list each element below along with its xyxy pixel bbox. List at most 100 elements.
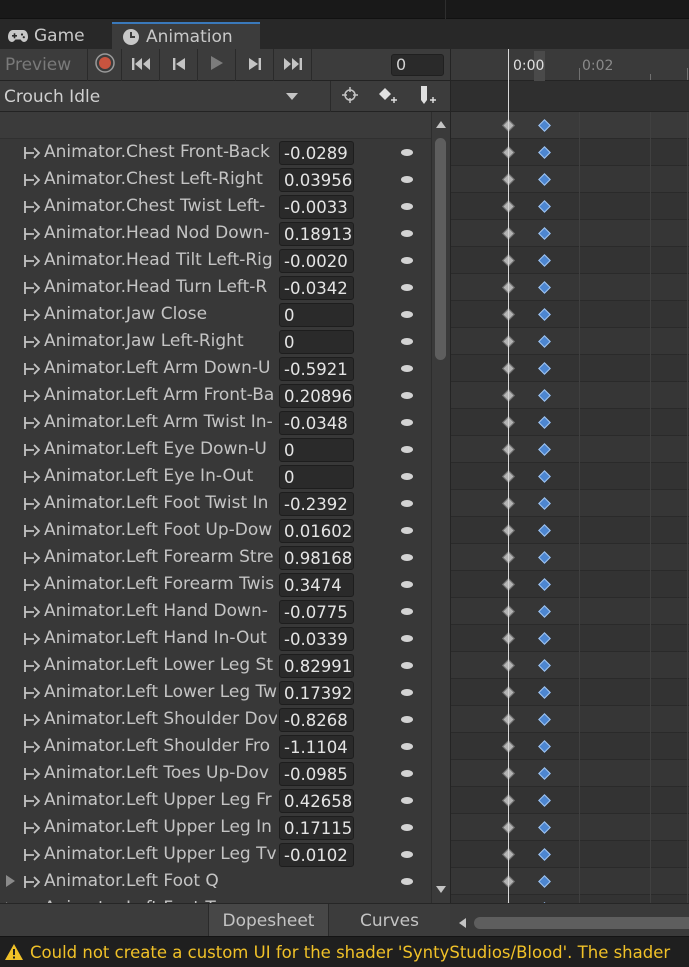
console-status-bar[interactable]: Could not create a custom UI for the sha…: [0, 936, 689, 967]
clip-dropdown[interactable]: Crouch Idle: [4, 81, 100, 112]
timeline-row[interactable]: [451, 598, 689, 625]
property-value-field[interactable]: 0: [279, 330, 354, 354]
visibility-dot-icon[interactable]: [401, 554, 413, 561]
timeline-row[interactable]: [451, 490, 689, 517]
visibility-dot-icon[interactable]: [401, 257, 413, 264]
timeline-row[interactable]: [451, 193, 689, 220]
scroll-up-icon[interactable]: [436, 121, 446, 128]
property-row[interactable]: Animator.Jaw Close 0: [0, 301, 431, 328]
timeline-row[interactable]: [451, 706, 689, 733]
timeline-row[interactable]: [451, 895, 689, 903]
property-scrollbar[interactable]: [431, 112, 450, 903]
property-row[interactable]: Animator.Left Upper Leg Fr 0.42658: [0, 787, 431, 814]
timeline-row[interactable]: [451, 625, 689, 652]
property-row[interactable]: Animator.Head Tilt Left-Rig -0.0020: [0, 247, 431, 274]
visibility-dot-icon[interactable]: [401, 689, 413, 696]
visibility-dot-icon[interactable]: [401, 527, 413, 534]
timeline-row[interactable]: [451, 274, 689, 301]
visibility-dot-icon[interactable]: [401, 635, 413, 642]
timeline-row[interactable]: [451, 382, 689, 409]
property-row[interactable]: Animator.Left Lower Leg St 0.82991: [0, 652, 431, 679]
property-value-field[interactable]: 0.17115: [279, 816, 354, 840]
timeline-row[interactable]: [451, 652, 689, 679]
property-row[interactable]: Animator.Left Eye Down-U 0: [0, 436, 431, 463]
property-row[interactable]: Animator.Left Foot Q: [0, 868, 431, 895]
timeline-row[interactable]: [451, 571, 689, 598]
visibility-dot-icon[interactable]: [401, 392, 413, 399]
visibility-dot-icon[interactable]: [401, 851, 413, 858]
expand-arrow-icon[interactable]: [6, 875, 15, 887]
property-row[interactable]: Animator.Head Nod Down- 0.18913: [0, 220, 431, 247]
timeline-row[interactable]: [451, 679, 689, 706]
property-row[interactable]: Animator.Jaw Left-Right 0: [0, 328, 431, 355]
horizontal-scroll-thumb[interactable]: [474, 917, 689, 929]
property-row[interactable]: Animator.Left Foot T: [0, 895, 431, 903]
time-ruler[interactable]: 0:00 0:02: [451, 49, 689, 81]
chevron-down-icon[interactable]: [286, 93, 298, 100]
visibility-dot-icon[interactable]: [401, 365, 413, 372]
timeline-row[interactable]: [451, 868, 689, 895]
visibility-dot-icon[interactable]: [401, 176, 413, 183]
tab-animation[interactable]: Animation: [112, 22, 260, 49]
timeline-row[interactable]: [451, 814, 689, 841]
timeline-row[interactable]: [451, 733, 689, 760]
property-value-field[interactable]: 0.3474: [279, 573, 354, 597]
visibility-dot-icon[interactable]: [401, 419, 413, 426]
play-button[interactable]: [198, 49, 236, 81]
first-key-button[interactable]: [122, 49, 160, 81]
add-keyframe-button[interactable]: [369, 81, 407, 112]
property-row[interactable]: Animator.Left Shoulder Fro -1.1104: [0, 733, 431, 760]
timeline-row[interactable]: [451, 139, 689, 166]
property-value-field[interactable]: -0.0775: [279, 600, 354, 624]
property-value-field[interactable]: 0.20896: [279, 384, 354, 408]
prev-key-button[interactable]: [160, 49, 198, 81]
tab-game[interactable]: Game: [0, 22, 110, 49]
property-value-field[interactable]: -0.5921: [279, 357, 354, 381]
visibility-dot-icon[interactable]: [401, 608, 413, 615]
visibility-dot-icon[interactable]: [401, 797, 413, 804]
property-row[interactable]: Animator.Left Forearm Twis 0.3474: [0, 571, 431, 598]
add-event-button[interactable]: [409, 81, 447, 112]
property-value-field[interactable]: -0.0342: [279, 276, 354, 300]
timeline-row[interactable]: [451, 355, 689, 382]
property-row[interactable]: Animator.Head Turn Left-R -0.0342: [0, 274, 431, 301]
timeline-row[interactable]: [451, 166, 689, 193]
property-value-field[interactable]: 0.03956: [279, 168, 354, 192]
property-value-field[interactable]: 0.98168: [279, 546, 354, 570]
property-value-field[interactable]: -0.0985: [279, 762, 354, 786]
dopesheet-timeline[interactable]: 0:00 0:02: [450, 49, 689, 903]
visibility-dot-icon[interactable]: [401, 284, 413, 291]
property-row[interactable]: Animator.Left Arm Twist In- -0.0348: [0, 409, 431, 436]
timeline-row[interactable]: [451, 841, 689, 868]
scroll-thumb[interactable]: [435, 138, 446, 360]
property-value-field[interactable]: 0.01602: [279, 519, 354, 543]
visibility-dot-icon[interactable]: [401, 878, 413, 885]
property-row[interactable]: Animator.Left Hand Down- -0.0775: [0, 598, 431, 625]
property-row[interactable]: Animator.Left Hand In-Out -0.0339: [0, 625, 431, 652]
visibility-dot-icon[interactable]: [401, 743, 413, 750]
tab-dopesheet[interactable]: Dopesheet: [208, 904, 329, 937]
last-key-button[interactable]: [274, 49, 312, 81]
property-row[interactable]: Animator.Chest Twist Left- -0.0033: [0, 193, 431, 220]
property-value-field[interactable]: 0: [279, 465, 354, 489]
visibility-dot-icon[interactable]: [401, 770, 413, 777]
property-value-field[interactable]: -0.0339: [279, 627, 354, 651]
property-row[interactable]: Animator.Left Toes Up-Dov -0.0985: [0, 760, 431, 787]
timeline-row[interactable]: [451, 328, 689, 355]
tab-curves[interactable]: Curves: [329, 904, 450, 937]
property-value-field[interactable]: 0: [279, 303, 354, 327]
property-row[interactable]: Animator.Left Lower Leg Tw 0.17392: [0, 679, 431, 706]
timeline-row[interactable]: [451, 517, 689, 544]
visibility-dot-icon[interactable]: [401, 500, 413, 507]
property-row[interactable]: Animator.Chest Front-Back -0.0289: [0, 139, 431, 166]
preview-toggle[interactable]: Preview: [0, 49, 88, 81]
property-row[interactable]: Animator.Left Forearm Stre 0.98168: [0, 544, 431, 571]
property-value-field[interactable]: -0.0102: [279, 843, 354, 867]
timeline-row[interactable]: [451, 247, 689, 274]
visibility-dot-icon[interactable]: [401, 149, 413, 156]
property-row[interactable]: Animator.Left Eye In-Out 0: [0, 463, 431, 490]
property-row[interactable]: Animator.Left Arm Down-U -0.5921: [0, 355, 431, 382]
timeline-row[interactable]: [451, 463, 689, 490]
timeline-row[interactable]: [451, 301, 689, 328]
timeline-row[interactable]: [451, 409, 689, 436]
